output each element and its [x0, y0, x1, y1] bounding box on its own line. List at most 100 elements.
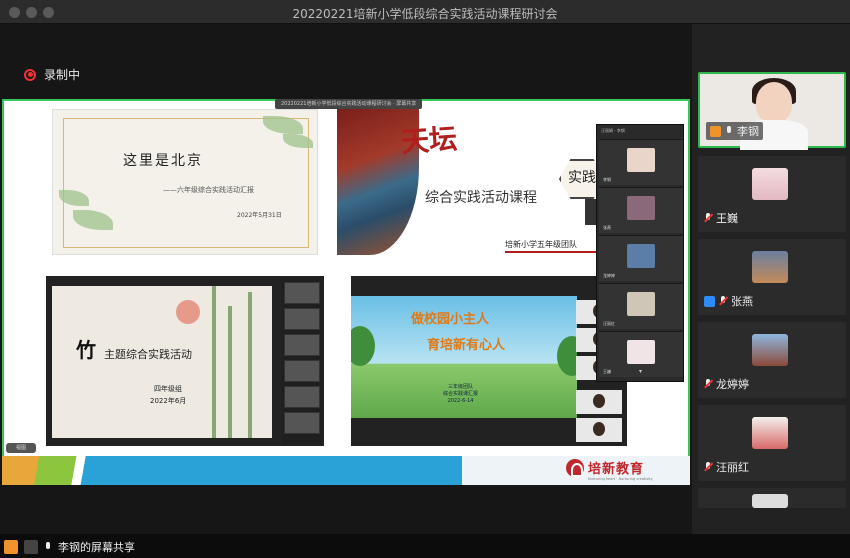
- participant-thumb: [627, 292, 655, 316]
- panel-tile[interactable]: 张燕: [599, 187, 683, 233]
- slide-title-line2: 育培新有心人: [427, 338, 506, 353]
- window-title-bar: 20220221培新小学低段综合实践活动课程研讨会: [0, 0, 850, 24]
- slide-subtitle: ——六年级综合实践活动汇报: [163, 186, 254, 194]
- slide-title-line1: 做校园小主人: [411, 312, 490, 327]
- host-icon: [710, 125, 721, 137]
- video-thumbnail-column: [282, 278, 322, 444]
- panel-tile[interactable]: 汪丽红: [599, 283, 683, 329]
- participant-name: 汪丽红: [716, 461, 749, 474]
- logo-english: Nurturing heart · Nurturing creativity: [588, 477, 653, 481]
- record-icon: [24, 68, 36, 81]
- participant-thumbnail[interactable]: [284, 386, 320, 408]
- participant-thumb: [627, 196, 655, 220]
- panel-tile-name: 王巍: [603, 369, 611, 374]
- participant-avatar: [752, 251, 788, 283]
- panel-tile[interactable]: 李钢: [599, 139, 683, 185]
- slide-title: 这里是北京: [123, 153, 203, 169]
- participant-thumbnail[interactable]: [284, 308, 320, 330]
- panel-tile-name: 龙婷婷: [603, 273, 615, 278]
- slide-date: 2022年5月31日: [237, 212, 282, 219]
- slide-title: 综合实践活动课程: [425, 190, 537, 206]
- recording-indicator[interactable]: 录制中: [24, 66, 80, 83]
- bamboo-stalk: [228, 306, 232, 438]
- panel-header: 汪丽娟 · 李钢: [601, 128, 625, 133]
- gallery-tile[interactable]: 汪丽红: [698, 405, 846, 481]
- participant-thumbnail[interactable]: [284, 412, 320, 434]
- slide-date: 2022年6月: [150, 397, 187, 405]
- participant-gallery: 李钢 王巍 张燕 龙婷婷 汪丽红: [692, 24, 850, 534]
- participant-avatar: [752, 494, 788, 508]
- logo-text: 培新教育: [588, 462, 645, 477]
- participant-video[interactable]: [576, 390, 622, 414]
- screen-share-icon: [24, 540, 38, 554]
- slide-bamboo-content: 竹 主题综合实践活动 四年级组 2022年6月: [52, 286, 272, 438]
- participant-thumbnail[interactable]: [284, 334, 320, 356]
- chevron-down-icon[interactable]: ▾: [639, 368, 642, 375]
- gallery-tile-partial[interactable]: [698, 488, 846, 508]
- gallery-name-tag: 王巍: [704, 210, 738, 226]
- screen-share-indicator[interactable]: 李钢的屏幕共享: [4, 539, 135, 555]
- slide-beijing: 这里是北京 ——六年级综合实践活动汇报 2022年5月31日: [52, 109, 318, 255]
- mic-muted-icon[interactable]: [719, 295, 727, 307]
- participant-face: [627, 148, 655, 172]
- speaker-face: [756, 82, 792, 122]
- gallery-name-tag: 张燕: [704, 293, 753, 309]
- participant-avatar: [752, 168, 788, 200]
- view-toggle-button[interactable]: 视图: [6, 443, 36, 453]
- gallery-tile-active-speaker[interactable]: 李钢: [698, 72, 846, 150]
- face-icon: [593, 394, 605, 408]
- gallery-name-tag: 汪丽红: [704, 459, 749, 475]
- mic-muted-icon[interactable]: [704, 212, 712, 224]
- tree-decoration: [351, 326, 375, 366]
- face-icon: [593, 422, 605, 436]
- participant-name: 王巍: [716, 212, 738, 225]
- participant-avatar: [752, 334, 788, 366]
- mic-icon[interactable]: [44, 541, 52, 553]
- mic-icon[interactable]: [725, 125, 733, 137]
- recording-label: 录制中: [44, 68, 81, 82]
- floating-participant-panel[interactable]: 汪丽娟 · 李钢 李钢 张燕 龙婷婷 汪丽红 王巍 ▾: [596, 124, 684, 382]
- slide-subtitle: 三年级团队 综合实践课汇报 2022-6-14: [443, 384, 478, 405]
- participant-thumb: [627, 340, 655, 364]
- participant-avatar: [752, 417, 788, 449]
- mic-muted-icon[interactable]: [704, 461, 712, 473]
- participant-name: 龙婷婷: [716, 378, 749, 391]
- cohost-icon: [704, 295, 715, 307]
- slide-school: 培新小学五年级团队: [505, 240, 577, 249]
- panel-tile-name: 张燕: [603, 225, 611, 230]
- mic-muted-icon[interactable]: [704, 378, 712, 390]
- host-icon: [4, 540, 18, 554]
- slide-sub-line: 三年级团队: [448, 384, 474, 390]
- panel-tile[interactable]: 龙婷婷: [599, 235, 683, 281]
- panel-tile-name: 汪丽红: [603, 321, 615, 326]
- slide-sub-line: 2022-6-14: [447, 398, 474, 404]
- gallery-name-tag: 龙婷婷: [704, 376, 749, 392]
- panel-tile[interactable]: 王巍 ▾: [599, 331, 683, 377]
- window-title: 20220221培新小学低段综合实践活动课程研讨会: [292, 7, 558, 21]
- participant-name: 张燕: [731, 295, 753, 308]
- gallery-tile[interactable]: 龙婷婷: [698, 322, 846, 398]
- share-window-label: 20220221培新小学低段综合实践活动课程研讨会 · 屏幕共享: [275, 99, 423, 109]
- share-owner-label: 李钢的屏幕共享: [58, 541, 135, 554]
- school-logo: 培新教育: [566, 458, 644, 477]
- bamboo-stalk: [212, 286, 216, 438]
- big-bamboo-char: 竹: [76, 338, 96, 362]
- slide-sub-line: 综合实践课汇报: [443, 391, 479, 397]
- tree-decoration: [557, 336, 577, 376]
- slide-heading: 天坛: [400, 122, 459, 159]
- bottom-toolbar: 李钢的屏幕共享: [0, 534, 850, 558]
- participant-video[interactable]: [576, 418, 622, 442]
- slide-bamboo: 竹 主题综合实践活动 四年级组 2022年6月: [46, 276, 324, 446]
- gallery-tile[interactable]: 张燕: [698, 239, 846, 315]
- panel-tile-name: 李钢: [603, 177, 611, 182]
- red-sun-decoration: [176, 300, 200, 324]
- participant-thumbnail[interactable]: [284, 282, 320, 304]
- banner-stripe: [2, 456, 462, 485]
- logo-icon: [566, 458, 584, 477]
- bamboo-stalk: [248, 292, 252, 438]
- gallery-tile[interactable]: 王巍: [698, 156, 846, 232]
- slide-campus-content: 做校园小主人 育培新有心人 三年级团队 综合实践课汇报 2022-6-14: [351, 296, 577, 418]
- participant-name: 李钢: [737, 125, 759, 138]
- slide-grade: 四年级组: [154, 385, 182, 393]
- participant-thumbnail[interactable]: [284, 360, 320, 382]
